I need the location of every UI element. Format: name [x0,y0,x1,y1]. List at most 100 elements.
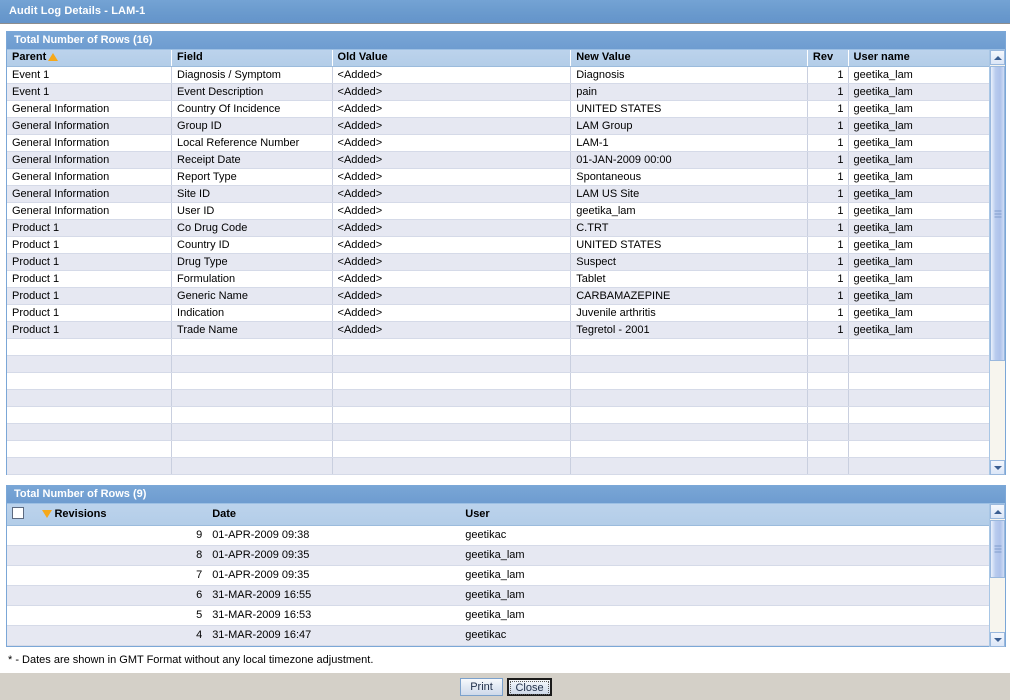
column-header-new-value[interactable]: New Value [570,50,808,67]
cell-new-value: C.TRT [570,219,808,237]
cell-empty [807,355,849,373]
table-row[interactable]: 6 31-MAR-2009 16:55 geetika_lam [7,585,1005,606]
table-row[interactable]: General Information User ID <Added> geetika… [7,202,1005,220]
scroll-thumb-grip-icon [994,210,1001,217]
cell-parent: Event 1 [7,66,173,84]
column-header-old-value[interactable]: Old Value [332,50,572,67]
cell-empty [332,355,572,373]
cell-revisions: 8 [37,545,207,566]
print-button[interactable]: Print [460,678,503,696]
column-header-field[interactable]: Field [171,50,333,67]
table-row-empty [7,338,1005,356]
cell-field: Diagnosis / Symptom [171,66,333,84]
cell-field: Country Of Incidence [171,100,333,118]
table-row[interactable]: General Information Report Type <Added> Spo… [7,168,1005,186]
revisions-scroll-up-button[interactable] [990,504,1005,519]
revisions-panel-header: Total Number of Rows (9) [7,486,1005,504]
cell-new-value: LAM-1 [570,134,808,152]
audit-scroll-up-button[interactable] [990,50,1005,65]
cell-rev: 1 [807,117,849,135]
cell-old-value: <Added> [332,287,572,305]
cell-empty [807,372,849,390]
column-header-old-value-label: Old Value [337,51,388,64]
revisions-vertical-scrollbar[interactable] [989,504,1005,647]
cell-user-name: geetika_lam [848,304,1005,322]
table-row[interactable]: 9 01-APR-2009 09:38 geetikac [7,525,1005,546]
select-all-checkbox[interactable] [12,507,24,520]
cell-old-value: <Added> [332,117,572,135]
table-row[interactable]: 5 31-MAR-2009 16:53 geetika_lam [7,605,1005,626]
column-header-select-all[interactable] [7,504,38,526]
cell-empty [332,389,572,407]
column-header-user[interactable]: User [460,504,1005,526]
cell-field: Drug Type [171,253,333,271]
cell-rev: 1 [807,304,849,322]
table-row-empty [7,389,1005,407]
cell-user: geetika_lam [460,545,1005,566]
table-row[interactable]: Product 1 Formulation <Added> Tablet 1 geetik… [7,270,1005,288]
cell-empty [807,338,849,356]
cell-old-value: <Added> [332,270,572,288]
cell-field: Co Drug Code [171,219,333,237]
cell-old-value: <Added> [332,321,572,339]
cell-old-value: <Added> [332,168,572,186]
table-row[interactable]: Product 1 Generic Name <Added> CARBAMAZEPIN… [7,287,1005,305]
column-header-parent[interactable]: Parent [7,50,173,67]
column-header-date[interactable]: Date [206,504,461,526]
table-row[interactable]: 7 01-APR-2009 09:35 geetika_lam [7,565,1005,586]
column-header-field-label: Field [177,51,203,64]
table-row[interactable]: General Information Country Of Incidence <… [7,100,1005,118]
gmt-footnote: * - Dates are shown in GMT Format withou… [8,654,374,666]
cell-revisions: 7 [37,565,207,586]
table-row[interactable]: 4 31-MAR-2009 16:47 geetikac [7,625,1005,646]
cell-field: Trade Name [171,321,333,339]
column-header-user-name-label: User name [853,51,910,64]
cell-empty [848,355,1005,373]
cell-user-name: geetika_lam [848,253,1005,271]
table-row[interactable]: General Information Site ID <Added> LAM US … [7,185,1005,203]
close-button[interactable]: Close [507,678,552,696]
table-row[interactable]: General Information Receipt Date <Added> 01… [7,151,1005,169]
column-header-revisions-label: Revisions [54,507,107,520]
column-header-rev[interactable]: Rev [807,50,849,67]
table-row[interactable]: Event 1 Diagnosis / Symptom <Added> Diagnos… [7,66,1005,84]
cell-empty [171,372,333,390]
column-header-revisions[interactable]: Revisions [37,504,207,526]
cell-user-name: geetika_lam [848,321,1005,339]
audit-log-table-body: Event 1 Diagnosis / Symptom <Added> Diagnos… [7,66,1005,475]
table-row[interactable]: Product 1 Indication <Added> Juvenile arthr… [7,304,1005,322]
cell-empty [848,457,1005,475]
table-row[interactable]: Event 1 Event Description <Added> pain 1 geet… [7,83,1005,101]
audit-scroll-down-button[interactable] [990,460,1005,475]
cell-old-value: <Added> [332,219,572,237]
table-row[interactable]: Product 1 Country ID <Added> UNITED STATES 1… [7,236,1005,254]
table-row[interactable]: Product 1 Trade Name <Added> Tegretol - 200… [7,321,1005,339]
table-row[interactable]: General Information Group ID <Added> LAM Gr… [7,117,1005,135]
table-row[interactable]: General Information Local Reference Numbe… [7,134,1005,152]
cell-select[interactable] [7,585,38,606]
cell-empty [171,406,333,424]
cell-select[interactable] [7,605,38,626]
table-row[interactable]: 8 01-APR-2009 09:35 geetika_lam [7,545,1005,566]
cell-field: Site ID [171,185,333,203]
cell-rev: 1 [807,185,849,203]
cell-field: User ID [171,202,333,220]
cell-user-name: geetika_lam [848,236,1005,254]
audit-log-vertical-scrollbar[interactable] [989,50,1005,475]
cell-field: Report Type [171,168,333,186]
cell-select[interactable] [7,525,38,546]
cell-select[interactable] [7,625,38,646]
cell-empty [171,423,333,441]
cell-select[interactable] [7,545,38,566]
table-row[interactable]: Product 1 Co Drug Code <Added> C.TRT 1 geetik… [7,219,1005,237]
cell-old-value: <Added> [332,151,572,169]
cell-user-name: geetika_lam [848,83,1005,101]
revisions-table-body: 9 01-APR-2009 09:38 geetikac 8 01-APR-2009 … [7,525,1005,646]
revisions-scroll-thumb[interactable] [990,520,1005,578]
table-row[interactable]: Product 1 Drug Type <Added> Suspect 1 geetika… [7,253,1005,271]
cell-select[interactable] [7,565,38,586]
revisions-scroll-down-button[interactable] [990,632,1005,647]
column-header-user-name[interactable]: User name [848,50,1005,67]
close-button-label: Close [510,681,549,695]
audit-scroll-thumb[interactable] [990,66,1005,361]
